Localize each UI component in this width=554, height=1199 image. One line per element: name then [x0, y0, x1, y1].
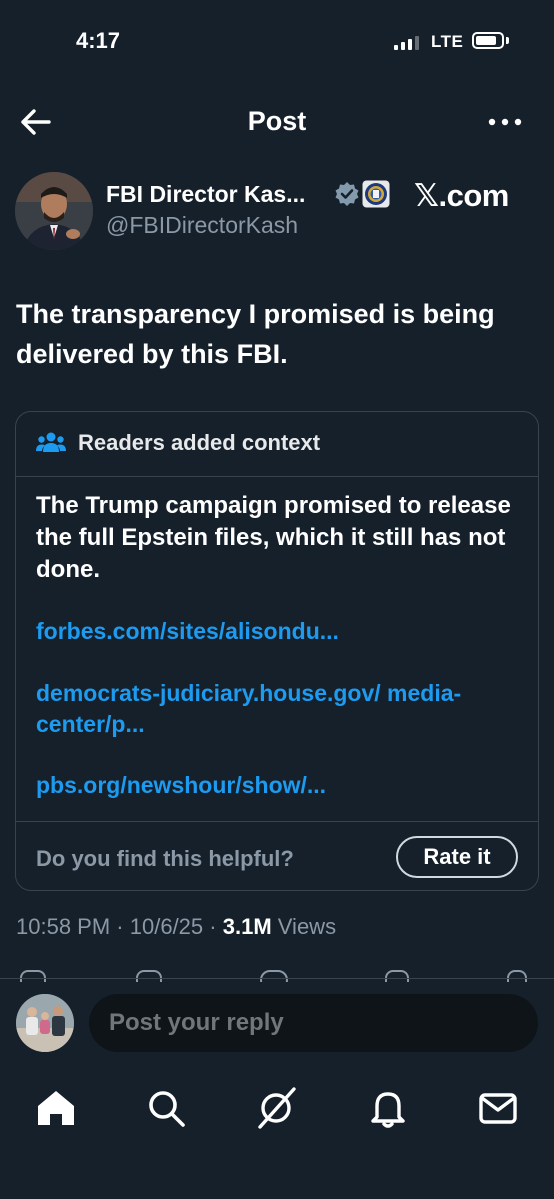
like-icon[interactable] [260, 970, 288, 982]
user-photo [16, 994, 74, 1052]
readers-context-card: Readers added context The Trump campaign… [15, 411, 539, 891]
fbi-seal-icon [362, 180, 390, 208]
battery-icon [472, 32, 504, 49]
rate-it-button[interactable]: Rate it [396, 836, 518, 878]
action-bar-partial [0, 970, 554, 982]
home-icon[interactable] [34, 1086, 78, 1130]
reply-icon[interactable] [20, 970, 46, 982]
xcom-watermark: 𝕏.com [414, 178, 509, 213]
helpful-question: Do you find this helpful? [36, 846, 294, 871]
messages-icon[interactable] [476, 1086, 520, 1130]
battery-cap [506, 37, 509, 44]
network-label: LTE [431, 32, 464, 51]
context-title: Readers added context [78, 430, 321, 455]
meta-separator: · [116, 914, 124, 939]
grok-icon[interactable] [254, 1086, 298, 1130]
status-time: 4:17 [76, 28, 121, 53]
post-text: The transparency I promised is being del… [16, 299, 495, 369]
reply-avatar[interactable] [16, 994, 74, 1052]
context-link-pbs[interactable]: pbs.org/newshour/show/... [36, 770, 516, 801]
repost-icon[interactable] [136, 970, 162, 982]
reply-divider [0, 978, 554, 979]
post-date: 10/6/25 [129, 914, 204, 939]
context-body: The Trump campaign promised to release t… [36, 492, 511, 583]
share-icon[interactable] [507, 970, 527, 982]
people-icon [36, 432, 66, 452]
verified-badge-icon [335, 182, 359, 206]
author-handle[interactable]: @FBIDirectorKash [106, 212, 298, 239]
search-icon[interactable] [144, 1086, 188, 1130]
context-link-forbes[interactable]: forbes.com/sites/alisondu... [36, 616, 516, 647]
reply-input[interactable] [89, 994, 538, 1052]
context-header: Readers added context [16, 412, 538, 477]
views-label[interactable]: Views [278, 914, 336, 939]
more-horizontal-icon[interactable] [486, 112, 526, 132]
page-title: Post [247, 106, 307, 136]
post-time: 10:58 PM [16, 914, 111, 939]
post-meta: 10:58 PM · 10/6/25 · 3.1M Views [16, 914, 336, 940]
signal-strength-icon [394, 34, 424, 50]
author-name[interactable]: FBI Director Kas... [106, 181, 305, 208]
author-avatar[interactable] [15, 172, 93, 250]
context-link-house-judiciary[interactable]: democrats-judiciary.house.gov/ media-cen… [36, 678, 516, 740]
bookmark-icon[interactable] [385, 970, 409, 982]
author-photo [15, 172, 93, 250]
context-footer: Do you find this helpful? Rate it [16, 821, 538, 892]
views-count: 3.1M [222, 914, 272, 939]
meta-separator: · [209, 914, 217, 939]
notifications-icon[interactable] [366, 1086, 410, 1130]
